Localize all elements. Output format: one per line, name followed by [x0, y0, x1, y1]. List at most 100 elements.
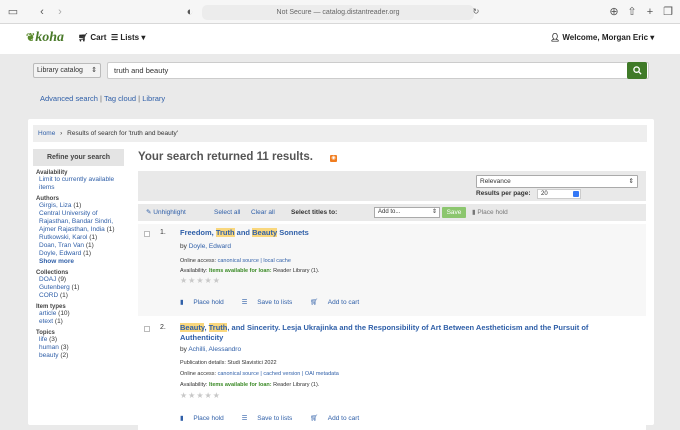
- facet-item: CORD (1): [33, 292, 124, 300]
- availability-location: Reader Library (1).: [273, 382, 320, 388]
- online-links[interactable]: canonical source | local cache: [218, 258, 291, 264]
- advanced-search-link[interactable]: Advanced search: [40, 94, 98, 103]
- select-arrows-icon: ⇕: [91, 67, 97, 74]
- author-link[interactable]: Doyle, Edward: [189, 243, 231, 250]
- facet-item: human (3): [33, 344, 124, 352]
- facet-link[interactable]: Gutenberg: [39, 284, 70, 291]
- tag-cloud-link[interactable]: Tag cloud: [104, 94, 136, 103]
- user-menu[interactable]: 👤︎ Welcome, Morgan Eric ▾: [550, 33, 654, 42]
- results-per-page-select[interactable]: 20: [537, 189, 581, 199]
- facet-item: Doan, Tran Van (1): [33, 242, 124, 250]
- facet-link[interactable]: Limit to currently available items: [39, 176, 114, 191]
- facet-link[interactable]: life: [39, 336, 47, 343]
- facet-link[interactable]: Doyle, Edward: [39, 250, 81, 257]
- facet-item: etext (1): [33, 318, 124, 326]
- facet-link[interactable]: etext: [39, 318, 53, 325]
- title-highlight: Beauty: [180, 323, 205, 332]
- facet-link[interactable]: article: [39, 310, 56, 317]
- result-title-link[interactable]: Freedom, Truth and Beauty Sonnets: [180, 228, 630, 238]
- user-icon: 👤︎: [550, 33, 561, 42]
- facet-link[interactable]: beauty: [39, 352, 59, 359]
- save-to-lists-button[interactable]: ☰ Save to lists: [242, 415, 301, 422]
- results-heading: Your search returned 11 results.: [138, 151, 313, 163]
- select-arrows-icon: ⇕: [431, 209, 437, 215]
- tabs-overview-icon[interactable]: ❐: [658, 2, 678, 22]
- place-hold-label: Place hold: [477, 209, 508, 216]
- cart-button[interactable]: 🛒︎ Cart: [78, 33, 106, 42]
- facet-link[interactable]: Girgis, Liza: [39, 202, 72, 209]
- save-to-lists-button[interactable]: ☰ Save to lists: [242, 299, 301, 306]
- welcome-label: Welcome, Morgan Eric: [562, 33, 649, 42]
- result-record: 1. Freedom, Truth and Beauty Sonnets by …: [138, 224, 646, 316]
- online-links[interactable]: canonical source | cached version | OAI …: [218, 371, 339, 377]
- refine-sidebar: Refine your search Availability Limit to …: [33, 149, 124, 425]
- facet-count: (1): [83, 250, 92, 257]
- facet-link[interactable]: Doan, Tran Van: [39, 242, 84, 249]
- share-icon[interactable]: ⇧: [622, 2, 642, 22]
- availability-label: Availability:: [180, 382, 208, 388]
- search-input[interactable]: truth and beauty: [107, 62, 649, 79]
- title-part: Sonnets: [277, 228, 309, 237]
- facet-item: DOAJ (9): [33, 276, 124, 284]
- facet-link[interactable]: Rutkowski, Karol: [39, 234, 87, 241]
- bookmark-icon: ▮: [180, 415, 184, 422]
- result-record: 2. Beauty, Truth, and Sincerity. Lesja U…: [138, 320, 646, 430]
- add-to-cart-button[interactable]: 🛒︎ Add to cart: [310, 415, 367, 422]
- show-more-link[interactable]: Show more: [33, 258, 124, 266]
- select-all-link[interactable]: Select all: [214, 204, 240, 221]
- rss-icon[interactable]: ◉: [330, 155, 337, 162]
- new-tab-icon[interactable]: +: [640, 2, 660, 22]
- chevron-right-icon: ›: [60, 130, 63, 137]
- place-hold-button[interactable]: ▮ Place hold: [180, 299, 232, 306]
- result-author-line: by Doyle, Edward: [180, 243, 231, 250]
- breadcrumb-current: Results of search for 'truth and beauty': [67, 130, 179, 137]
- cart-label: Cart: [90, 33, 107, 42]
- address-bar[interactable]: Not Secure — catalog.distantreader.org: [202, 5, 474, 20]
- result-actions: ▮ Place hold ☰ Save to lists 🛒︎ Add to c…: [180, 298, 375, 306]
- availability-location: Reader Library (1).: [273, 268, 320, 274]
- select-checkbox[interactable]: [144, 326, 150, 332]
- facet-link[interactable]: DOAJ: [39, 276, 56, 283]
- facet-list: Availability Limit to currently available…: [33, 170, 124, 360]
- select-checkbox[interactable]: [144, 231, 150, 237]
- library-link[interactable]: Library: [142, 94, 165, 103]
- unhighlight-button[interactable]: ✎ Unhighlight: [146, 204, 186, 221]
- koha-logo[interactable]: ❦koha: [26, 30, 64, 46]
- facet-count: (1): [106, 226, 115, 233]
- save-button[interactable]: Save: [442, 207, 466, 218]
- forward-icon[interactable]: ›: [50, 2, 70, 22]
- action-label: Place hold: [193, 299, 224, 306]
- sort-select[interactable]: Relevance ⇕: [476, 175, 638, 188]
- facet-link[interactable]: CORD: [39, 292, 58, 299]
- sidebar-toggle-icon[interactable]: ▭: [3, 2, 23, 22]
- search-bar: Library catalog ⇕ truth and beauty: [28, 56, 654, 86]
- leaf-icon: ❦: [26, 32, 36, 44]
- logo-text: koha: [35, 30, 65, 45]
- star-rating[interactable]: ★★★★★: [180, 276, 221, 285]
- breadcrumb-home[interactable]: Home: [38, 130, 55, 137]
- place-hold-button[interactable]: ▮ Place hold: [180, 415, 232, 422]
- facet-count: (1): [85, 242, 94, 249]
- facet-item: Girgis, Liza (1): [33, 202, 124, 210]
- catalog-select[interactable]: Library catalog ⇕: [33, 63, 101, 78]
- privacy-icon[interactable]: ◐: [180, 2, 200, 22]
- star-rating[interactable]: ★★★★★: [180, 391, 221, 400]
- action-label: Save to lists: [257, 299, 293, 306]
- reload-icon[interactable]: ↻: [466, 2, 486, 22]
- facet-link[interactable]: Central University of Rajasthan, Bandar …: [39, 210, 113, 233]
- availability: Availability: Items available for loan: …: [180, 382, 319, 388]
- back-icon[interactable]: ‹: [32, 2, 52, 22]
- lists-button[interactable]: ☰ Lists ▾: [111, 33, 145, 42]
- add-to-select[interactable]: Add to... ⇕: [374, 207, 440, 218]
- search-button[interactable]: [627, 62, 647, 79]
- add-to-cart-button[interactable]: 🛒︎ Add to cart: [310, 299, 367, 306]
- browser-toolbar: ▭ ‹ › ◐ Not Secure — catalog.distantread…: [0, 0, 680, 24]
- download-icon[interactable]: ⊕: [604, 2, 624, 22]
- result-title-link[interactable]: Beauty, Truth, and Sincerity. Lesja Ukra…: [180, 323, 630, 342]
- author-link[interactable]: Achilli, Alessandro: [188, 346, 241, 353]
- facet-link[interactable]: human: [39, 344, 59, 351]
- lists-label: Lists: [120, 33, 140, 42]
- clear-all-link[interactable]: Clear all: [251, 204, 275, 221]
- sort-value: Relevance: [480, 178, 511, 185]
- place-hold-toolbar-button[interactable]: ▮ Place hold: [472, 204, 508, 221]
